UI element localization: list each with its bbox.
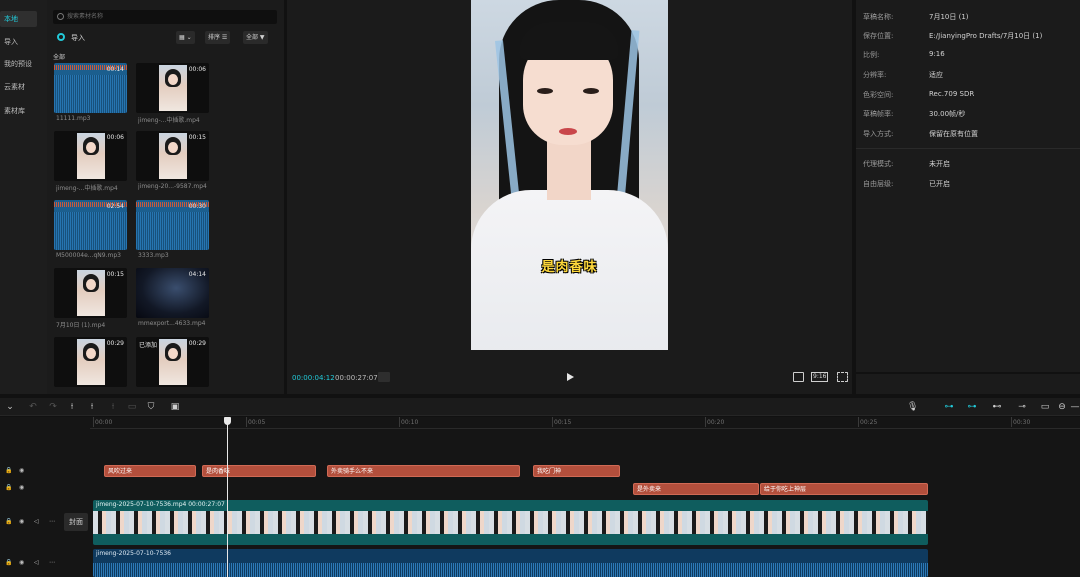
media-item-name: 3333.mp3 bbox=[138, 252, 169, 259]
nav-item-library[interactable]: 素材库 bbox=[0, 103, 37, 119]
lock-icon[interactable]: 🔒 bbox=[5, 467, 12, 474]
media-item-name: 11111.mp3 bbox=[56, 115, 91, 122]
fullscreen-icon[interactable] bbox=[837, 372, 848, 382]
media-item[interactable]: 04:14 bbox=[136, 268, 209, 318]
magnet-icon[interactable]: ⊶ bbox=[942, 402, 956, 412]
current-time: 00:00:04:12 bbox=[292, 374, 335, 382]
redo-icon[interactable]: ↷ bbox=[48, 402, 58, 412]
media-item[interactable]: 02:54 bbox=[54, 200, 127, 250]
eye-icon[interactable]: ◉ bbox=[19, 518, 24, 525]
playhead[interactable] bbox=[227, 417, 228, 577]
time-ruler[interactable]: 00:00 00:05 00:10 00:15 00:20 00:25 00:3… bbox=[90, 417, 1080, 429]
split-right-icon[interactable]: ⟊ bbox=[108, 402, 118, 412]
aspect-ratio-button[interactable]: 9:16 bbox=[811, 372, 829, 382]
media-item[interactable]: 00:15 bbox=[54, 268, 127, 318]
import-button[interactable]: 导入 bbox=[57, 32, 85, 44]
video-subtitle: 是肉香味 bbox=[541, 260, 598, 275]
media-item-name: jimeng-...中插歌.mp4 bbox=[138, 117, 200, 124]
import-icon bbox=[57, 33, 65, 41]
video-frames bbox=[93, 511, 928, 534]
nav-item-presets[interactable]: 我的预设 bbox=[0, 56, 37, 72]
video-thumbnail bbox=[76, 133, 105, 179]
audio-clip[interactable]: jimeng-2025-07-10-7536 bbox=[93, 549, 928, 577]
nav-item-local[interactable]: 本地 bbox=[0, 11, 37, 27]
timeline: 🔒 ◉ 🔒 ◉ 🔒 ◉ ◁ ⋯ 🔒 ◉ ◁ ⋯ 封面 00:00 00:05 0… bbox=[0, 417, 1080, 577]
lock-icon[interactable]: 🔒 bbox=[5, 559, 12, 566]
zoom-out-icon[interactable]: ⊖ bbox=[1057, 402, 1067, 412]
zoom-slider[interactable]: — bbox=[1070, 402, 1080, 412]
media-item-name: jimeng-...中插歌.mp4 bbox=[56, 185, 118, 192]
timecode-toggle-icon[interactable] bbox=[378, 372, 390, 382]
play-icon[interactable] bbox=[567, 373, 574, 381]
link-icon[interactable]: ⊶ bbox=[965, 402, 979, 412]
media-item-name: 7月10日 (1).mp4 bbox=[56, 322, 106, 329]
text-clip[interactable]: 风吹过来 bbox=[104, 465, 196, 477]
draft-info-panel: 草稿名称: 7月10日 (1) 保存位置: E:/JianyingPro Draft… bbox=[856, 0, 1080, 372]
video-thumbnail bbox=[76, 339, 105, 385]
section-label: 全部 bbox=[53, 54, 66, 61]
marker-icon[interactable]: ⛉ bbox=[146, 402, 156, 412]
timeline-toolbar: ⌄ ↶ ↷ ⟊ ⟊ ⟊ ▭ ⛉ ▣ 🎙 ⊶ ⊶ ⊷ ⊸ ▭ ⊖ — bbox=[0, 398, 1080, 416]
more-icon[interactable]: ⋯ bbox=[49, 518, 55, 525]
media-item-name: M500004e...qN9.mp3 bbox=[56, 252, 121, 259]
search-box[interactable]: 搜索素材名称 bbox=[53, 10, 277, 24]
media-item[interactable]: 00:15 bbox=[136, 131, 209, 181]
split-icon[interactable]: ⟊ bbox=[67, 402, 77, 412]
media-item[interactable]: 00:29 bbox=[54, 337, 127, 387]
undo-icon[interactable]: ↶ bbox=[28, 402, 38, 412]
volume-icon[interactable]: ◁ bbox=[34, 518, 39, 525]
media-panel: 搜索素材名称 导入 ▦ ⌄ 排序 ☰ 全部 ▼ 全部 00:14 11111.m… bbox=[47, 0, 284, 394]
sort-button[interactable]: 排序 ☰ bbox=[205, 31, 231, 44]
cover-button[interactable]: 封面 bbox=[64, 513, 88, 531]
filter-button[interactable]: 全部 ▼ bbox=[243, 31, 268, 44]
image-icon[interactable]: ▣ bbox=[170, 402, 180, 412]
player-panel: 是肉香味 00:00:04:12 00:00:27:07 9:16 bbox=[287, 0, 852, 394]
video-clip[interactable]: jimeng-2025-07-10-7536.mp4 00:00:27:07 bbox=[93, 500, 928, 545]
volume-icon[interactable]: ◁ bbox=[34, 559, 39, 566]
align-icon[interactable]: ⊸ bbox=[1015, 402, 1029, 412]
text-clip[interactable]: 外卖骑手么不来 bbox=[327, 465, 520, 477]
media-item[interactable]: 00:06 bbox=[136, 63, 209, 113]
track-headers: 🔒 ◉ 🔒 ◉ 🔒 ◉ ◁ ⋯ 🔒 ◉ ◁ ⋯ bbox=[0, 417, 90, 577]
nav-item-import[interactable]: 导入 bbox=[0, 34, 37, 50]
eye-icon[interactable]: ◉ bbox=[19, 559, 24, 566]
media-item[interactable]: 00:14 bbox=[54, 63, 127, 113]
preview-axis-icon[interactable]: ⊷ bbox=[990, 402, 1004, 412]
text-clip[interactable]: 是外卖来 bbox=[633, 483, 759, 495]
lock-icon[interactable]: 🔒 bbox=[5, 484, 12, 491]
video-preview[interactable]: 是肉香味 bbox=[471, 0, 668, 350]
nav-item-cloud[interactable]: 云素材 bbox=[0, 79, 37, 95]
audio-waveform bbox=[93, 563, 928, 577]
text-clip[interactable]: 是肉香味 bbox=[202, 465, 316, 477]
video-thumbnail bbox=[158, 65, 187, 111]
more-icon[interactable]: ⋯ bbox=[49, 559, 55, 566]
text-clip[interactable]: 我吃门神 bbox=[533, 465, 620, 477]
view-mode-button[interactable]: ▦ ⌄ bbox=[176, 31, 195, 44]
eye-icon[interactable]: ◉ bbox=[19, 484, 24, 491]
microphone-icon[interactable]: 🎙 bbox=[907, 402, 918, 412]
media-item[interactable]: 00:30 bbox=[136, 200, 209, 250]
search-icon bbox=[57, 13, 64, 20]
comment-icon[interactable]: ▭ bbox=[1040, 402, 1050, 412]
media-item[interactable]: 00:06 bbox=[54, 131, 127, 181]
video-thumbnail bbox=[158, 133, 187, 179]
video-thumbnail bbox=[158, 339, 187, 385]
search-input[interactable]: 搜索素材名称 bbox=[67, 10, 103, 24]
video-thumbnail bbox=[76, 270, 105, 316]
media-item-name: jimeng-20...-9587.mp4 bbox=[138, 183, 207, 190]
lock-icon[interactable]: 🔒 bbox=[5, 518, 12, 525]
delete-icon[interactable]: ▭ bbox=[127, 402, 137, 412]
media-item[interactable]: 已添加 00:29 bbox=[136, 337, 209, 387]
media-item-name: mmexport...4633.mp4 bbox=[138, 320, 206, 327]
chevron-down-icon[interactable]: ⌄ bbox=[5, 402, 15, 412]
fit-screen-icon[interactable] bbox=[793, 372, 804, 382]
added-badge: 已添加 bbox=[139, 342, 158, 349]
total-time: 00:00:27:07 bbox=[335, 374, 378, 382]
left-nav: 本地 导入 我的预设 云素材 素材库 bbox=[0, 0, 47, 394]
eye-icon[interactable]: ◉ bbox=[19, 467, 24, 474]
text-clip[interactable]: 给于你吃上神层 bbox=[760, 483, 928, 495]
split-left-icon[interactable]: ⟊ bbox=[87, 402, 97, 412]
